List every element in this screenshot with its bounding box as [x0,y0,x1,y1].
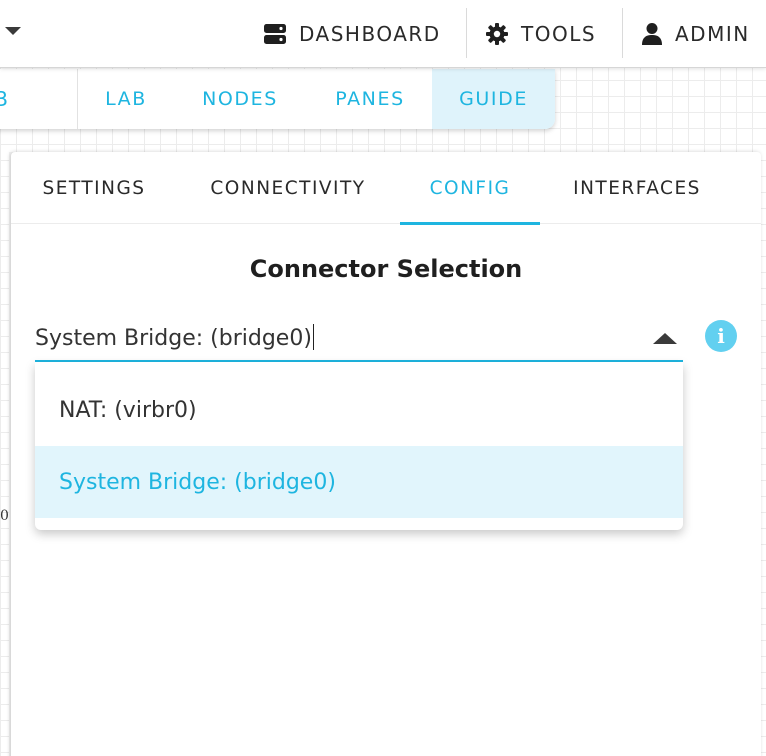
admin-label: ADMIN [675,22,750,46]
tools-label: TOOLS [521,22,597,46]
background-label: 0 [0,508,9,524]
nav-item-panes[interactable]: PANES [308,69,432,129]
user-icon [642,23,662,45]
panel-tabs: SETTINGS CONNECTIVITY CONFIG INTERFACES [11,152,761,225]
tab-config[interactable]: CONFIG [400,152,540,225]
node-config-panel: SETTINGS CONNECTIVITY CONFIG INTERFACES … [11,152,761,756]
connector-options-list: NAT: (virbr0) System Bridge: (bridge0) [35,362,683,530]
dashboard-label: DASHBOARD [299,22,441,46]
divider [466,8,467,58]
tab-interfaces[interactable]: INTERFACES [551,152,723,224]
text-cursor [312,324,314,350]
tab-connectivity[interactable]: CONNECTIVITY [187,152,389,224]
nav-item-cut[interactable]: B [0,69,8,129]
connector-select[interactable]: System Bridge: (bridge0) [35,316,683,362]
nav-item-nodes[interactable]: NODES [180,69,300,129]
option-system-bridge[interactable]: System Bridge: (bridge0) [35,446,683,518]
divider [622,8,623,58]
option-nat[interactable]: NAT: (virbr0) [35,374,683,446]
tab-settings[interactable]: SETTINGS [21,152,167,224]
nav-item-lab[interactable]: LAB [78,69,174,129]
gear-icon [486,23,508,45]
dashboard-button[interactable]: DASHBOARD [263,0,441,68]
chevron-up-icon[interactable] [653,333,677,344]
server-icon [264,24,286,44]
active-tab-indicator [400,222,540,225]
lab-nav: B LAB NODES PANES GUIDE [0,69,555,129]
tools-button[interactable]: TOOLS [485,0,596,68]
tab-config-label: CONFIG [429,177,511,199]
chevron-down-icon[interactable] [5,27,21,35]
admin-button[interactable]: ADMIN [641,0,750,68]
info-icon[interactable]: i [705,320,737,352]
connector-select-value: System Bridge: (bridge0) [35,324,314,351]
nav-item-guide[interactable]: GUIDE [432,69,555,129]
section-title: Connector Selection [249,255,523,283]
top-bar: DASHBOARD TOOLS ADMIN [0,0,766,68]
